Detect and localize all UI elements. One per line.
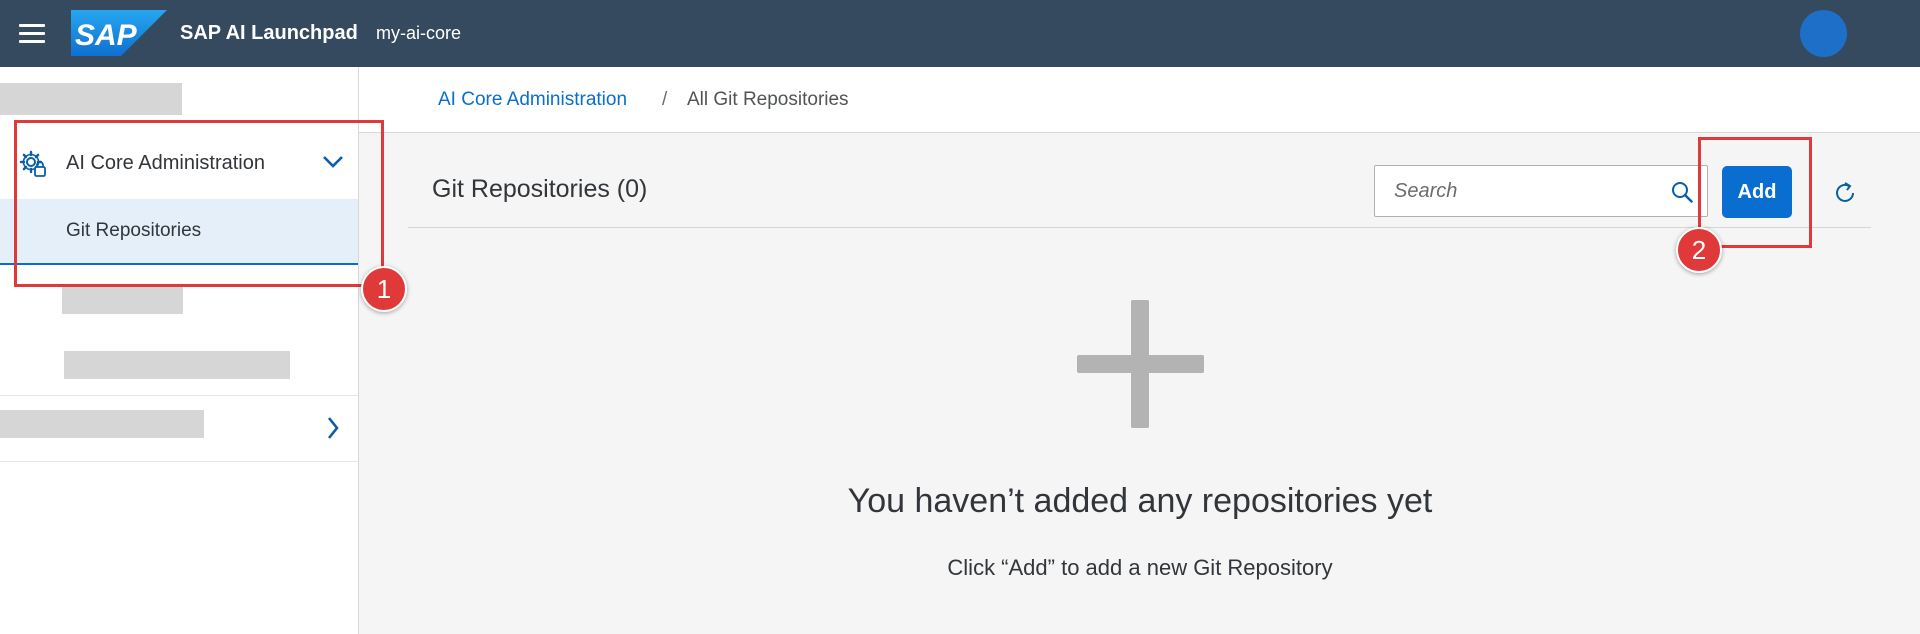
sap-logo[interactable]: SAP bbox=[71, 10, 167, 56]
placeholder-bar bbox=[62, 286, 183, 314]
nav-divider bbox=[0, 461, 358, 462]
empty-state-title: You haven’t added any repositories yet bbox=[847, 482, 1433, 520]
annotation-box-1 bbox=[14, 120, 384, 287]
tenant-name: my-ai-core bbox=[376, 23, 462, 43]
search-icon[interactable] bbox=[1671, 181, 1693, 203]
placeholder-bar bbox=[64, 351, 290, 379]
menu-icon[interactable] bbox=[19, 24, 45, 44]
breadcrumb-current: All Git Repositories bbox=[687, 89, 849, 110]
annotation-box-2 bbox=[1698, 137, 1812, 248]
svg-text:SAP: SAP bbox=[75, 19, 138, 52]
annotation-badge-2: 2 bbox=[1676, 227, 1722, 273]
plus-icon bbox=[1077, 355, 1204, 373]
breadcrumb-link-ai-core-administration[interactable]: AI Core Administration bbox=[438, 89, 627, 111]
breadcrumb: AI Core Administration / All Git Reposit… bbox=[359, 67, 1920, 133]
app-title: SAP AI Launchpad bbox=[180, 22, 358, 44]
search-input[interactable] bbox=[1375, 166, 1655, 216]
toolbar-divider bbox=[408, 227, 1871, 228]
chevron-right-icon bbox=[327, 417, 339, 439]
refresh-icon[interactable] bbox=[1832, 180, 1858, 206]
breadcrumb-separator: / bbox=[662, 89, 668, 110]
empty-state-description: Click “Add” to add a new Git Repository bbox=[947, 555, 1333, 580]
annotation-badge-1: 1 bbox=[361, 266, 407, 312]
placeholder-bar bbox=[0, 410, 204, 438]
search-field bbox=[1374, 165, 1708, 217]
page-title: Git Repositories (0) bbox=[432, 175, 648, 203]
user-avatar[interactable] bbox=[1800, 10, 1847, 57]
placeholder-bar bbox=[0, 83, 182, 115]
nav-group-collapsed[interactable] bbox=[0, 396, 358, 460]
shell-bar: SAP SAP AI Launchpad my-ai-core bbox=[0, 0, 1920, 67]
